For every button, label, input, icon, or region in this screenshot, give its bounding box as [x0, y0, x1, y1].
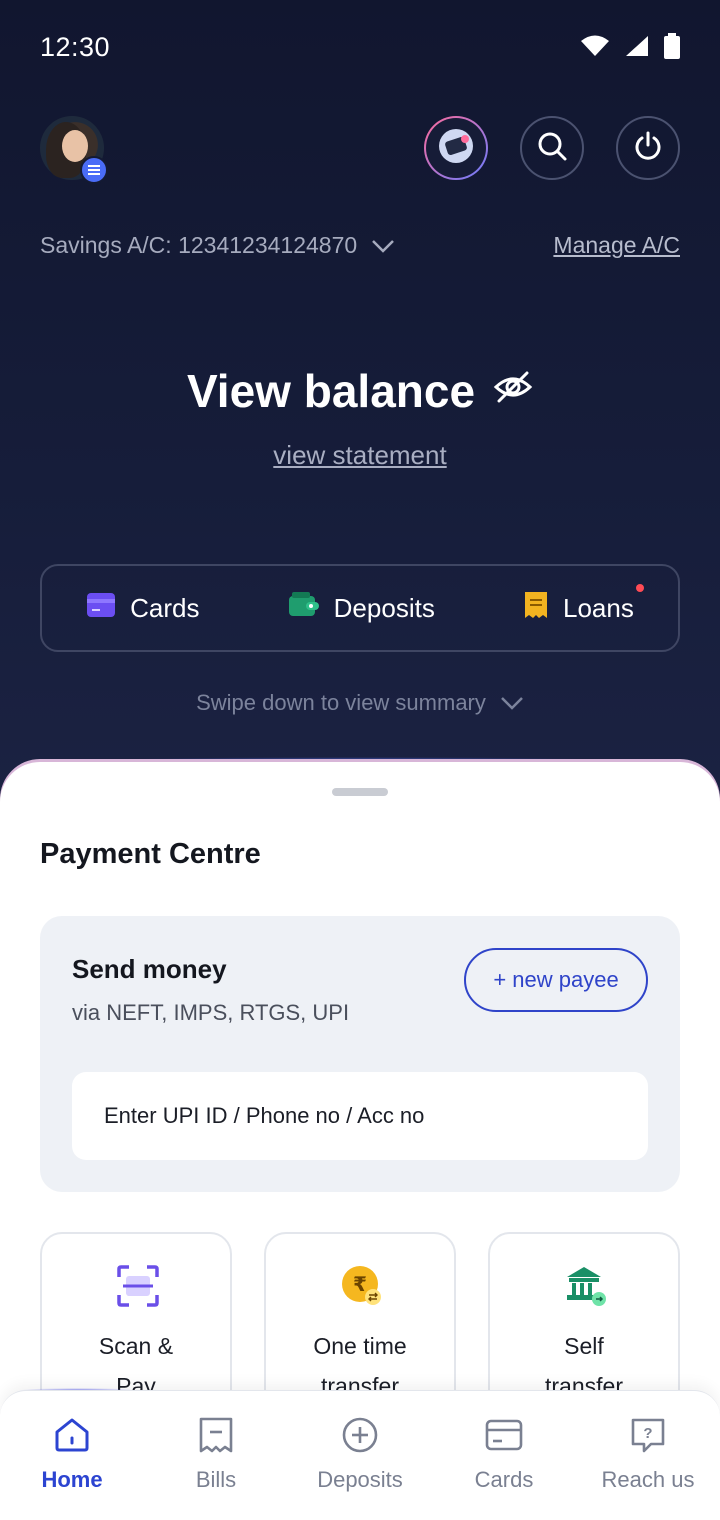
- promo-icon: [437, 127, 475, 170]
- power-icon: [633, 131, 663, 166]
- loan-icon: [523, 590, 549, 627]
- account-label: Savings A/C: 12341234124870: [40, 232, 358, 258]
- send-money-card: Send money via NEFT, IMPS, RTGS, UPI + n…: [40, 916, 680, 1192]
- avatar-face: [62, 130, 88, 162]
- nav-reach-us[interactable]: ? Reach us: [576, 1415, 720, 1493]
- account-selector[interactable]: Savings A/C: 12341234124870: [40, 232, 395, 259]
- wallet-icon: [288, 591, 320, 626]
- battery-icon: [664, 33, 680, 64]
- search-icon: [536, 130, 568, 167]
- upi-search-input[interactable]: Enter UPI ID / Phone no / Acc no: [72, 1072, 648, 1160]
- help-chat-icon: ?: [628, 1415, 668, 1455]
- chevron-down-icon: [500, 690, 524, 716]
- card-icon: [86, 592, 116, 625]
- nav-label: Cards: [474, 1467, 534, 1492]
- nav-cards[interactable]: Cards: [432, 1415, 576, 1493]
- bill-icon: [196, 1415, 236, 1455]
- balance-block: View balance: [0, 364, 720, 418]
- nav-label: Deposits: [317, 1467, 403, 1492]
- view-statement-link[interactable]: view statement: [0, 440, 720, 471]
- nav-label: Bills: [195, 1467, 237, 1492]
- top-header: [0, 110, 720, 190]
- sheet-drag-handle[interactable]: [332, 788, 388, 796]
- swipe-hint-label: Swipe down to view summary: [196, 690, 486, 715]
- quick-link-cards[interactable]: Cards: [86, 592, 199, 625]
- payment-centre-title: Payment Centre: [40, 838, 261, 870]
- rupee-transfer-icon: ₹: [340, 1264, 384, 1308]
- view-balance-button[interactable]: View balance: [187, 364, 533, 418]
- quick-link-deposits[interactable]: Deposits: [288, 591, 435, 626]
- tile-label-line1: Self: [564, 1333, 604, 1359]
- swipe-hint[interactable]: Swipe down to view summary: [0, 690, 720, 716]
- eye-hidden-icon: [493, 364, 533, 418]
- status-icons: [580, 33, 680, 64]
- chevron-down-icon: [371, 232, 395, 259]
- send-money-subtitle: via NEFT, IMPS, RTGS, UPI: [72, 1000, 350, 1025]
- view-balance-label: View balance: [186, 365, 476, 417]
- quick-link-label: Cards: [130, 592, 200, 623]
- plus-circle-icon: [340, 1415, 380, 1455]
- search-button[interactable]: [520, 116, 584, 180]
- promo-button[interactable]: [424, 116, 488, 180]
- quick-link-label: Deposits: [333, 592, 435, 623]
- nav-label: Reach us: [601, 1467, 695, 1492]
- scan-icon: [116, 1264, 160, 1308]
- card-icon: [484, 1415, 524, 1455]
- nav-label: Home: [41, 1467, 103, 1492]
- alert-dot: [635, 583, 644, 592]
- quick-link-loans[interactable]: Loans: [523, 583, 644, 627]
- tile-label-line1: One time: [313, 1333, 407, 1359]
- quick-link-label: Loans: [563, 592, 634, 623]
- send-money-title: Send money: [72, 954, 227, 984]
- new-payee-button[interactable]: + new payee: [464, 948, 648, 1012]
- avatar[interactable]: [40, 116, 108, 184]
- svg-text:?: ?: [643, 1425, 652, 1442]
- nav-bills[interactable]: Bills: [144, 1415, 288, 1493]
- logout-button[interactable]: [616, 116, 680, 180]
- bank-icon: [564, 1264, 608, 1308]
- status-bar: 12:30: [0, 0, 720, 96]
- tile-label-line1: Scan &: [98, 1333, 174, 1359]
- svg-text:₹: ₹: [353, 1272, 367, 1296]
- nav-home[interactable]: Home: [0, 1415, 144, 1493]
- status-time: 12:30: [40, 32, 111, 62]
- manage-account-link[interactable]: Manage A/C: [553, 232, 680, 259]
- quick-links: Cards Deposits Loans: [40, 564, 680, 652]
- wifi-icon: [580, 34, 610, 63]
- menu-icon[interactable]: [80, 156, 108, 184]
- account-row: Savings A/C: 12341234124870 Manage A/C: [40, 228, 680, 262]
- bottom-nav: Home Bills Deposits Cards ? Reach us: [0, 1390, 720, 1520]
- signal-icon: [624, 34, 650, 63]
- home-icon: [52, 1415, 92, 1455]
- nav-deposits[interactable]: Deposits: [288, 1415, 432, 1493]
